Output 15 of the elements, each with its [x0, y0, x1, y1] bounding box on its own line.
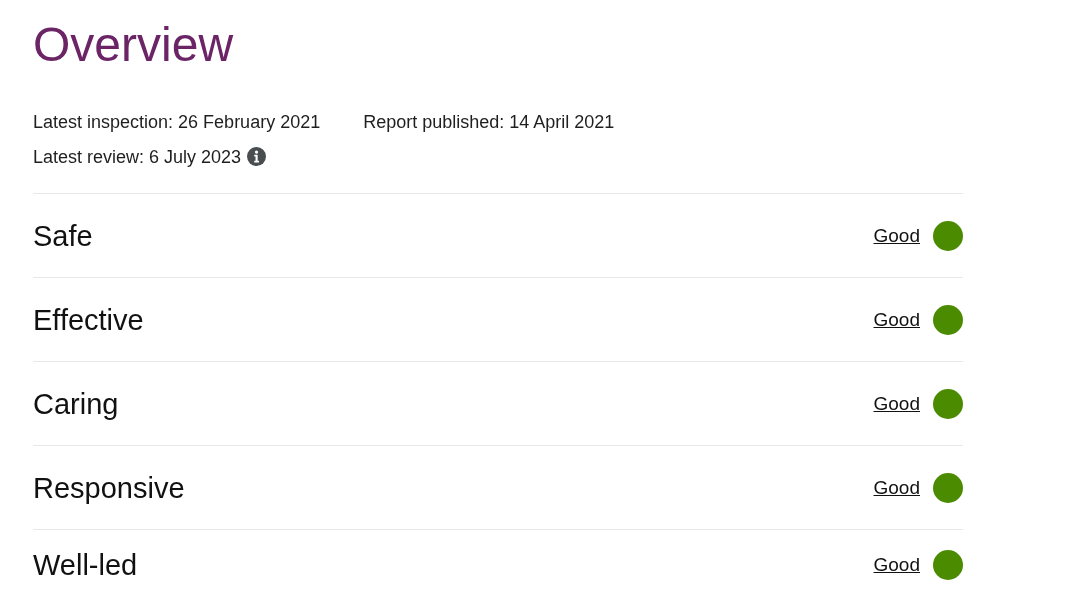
rating-link[interactable]: Good [873, 307, 920, 332]
rating-link[interactable]: Good [873, 553, 920, 577]
published-date: Report published: 14 April 2021 [363, 110, 615, 134]
rating-link[interactable]: Good [873, 223, 920, 248]
info-icon[interactable] [247, 147, 267, 166]
rating-link[interactable]: Good [873, 475, 920, 500]
page-heading: Overview [33, 17, 234, 73]
rating-category: Effective [33, 302, 144, 338]
rating-link[interactable]: Good [873, 391, 920, 416]
inspection-date: Latest inspection: 26 February 2021 [33, 110, 321, 134]
rating-category: Well-led [33, 548, 138, 583]
rating-category: Caring [33, 386, 119, 422]
review-date: Latest review: 6 July 2023 [33, 145, 242, 169]
rating-category: Safe [33, 218, 93, 254]
rating-category: Responsive [33, 470, 185, 506]
